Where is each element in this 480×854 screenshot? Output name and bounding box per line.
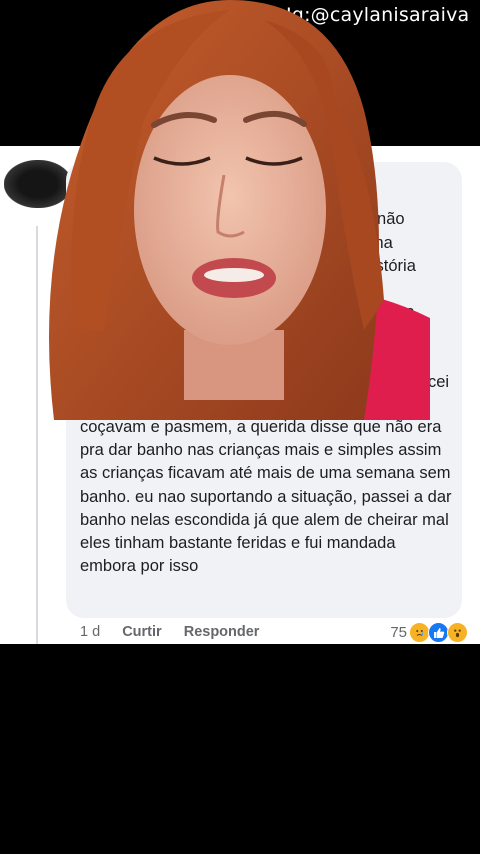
comment-time[interactable]: 1 d: [80, 624, 100, 640]
reaction-video-person: [34, 0, 430, 420]
comment-actions: 1 d Curtir Responder: [80, 624, 277, 640]
reply-button[interactable]: Responder: [184, 624, 260, 640]
like-button[interactable]: Curtir: [122, 624, 161, 640]
reactions[interactable]: 75: [390, 622, 468, 643]
sad-reaction-icon: [409, 622, 430, 643]
like-reaction-icon: [428, 622, 449, 643]
comment-body: coçavam e pasmem, a querida disse que nã…: [80, 418, 452, 576]
wow-reaction-icon: [447, 622, 468, 643]
comment-fragment: cei: [428, 373, 450, 392]
reaction-count: 75: [390, 624, 407, 641]
